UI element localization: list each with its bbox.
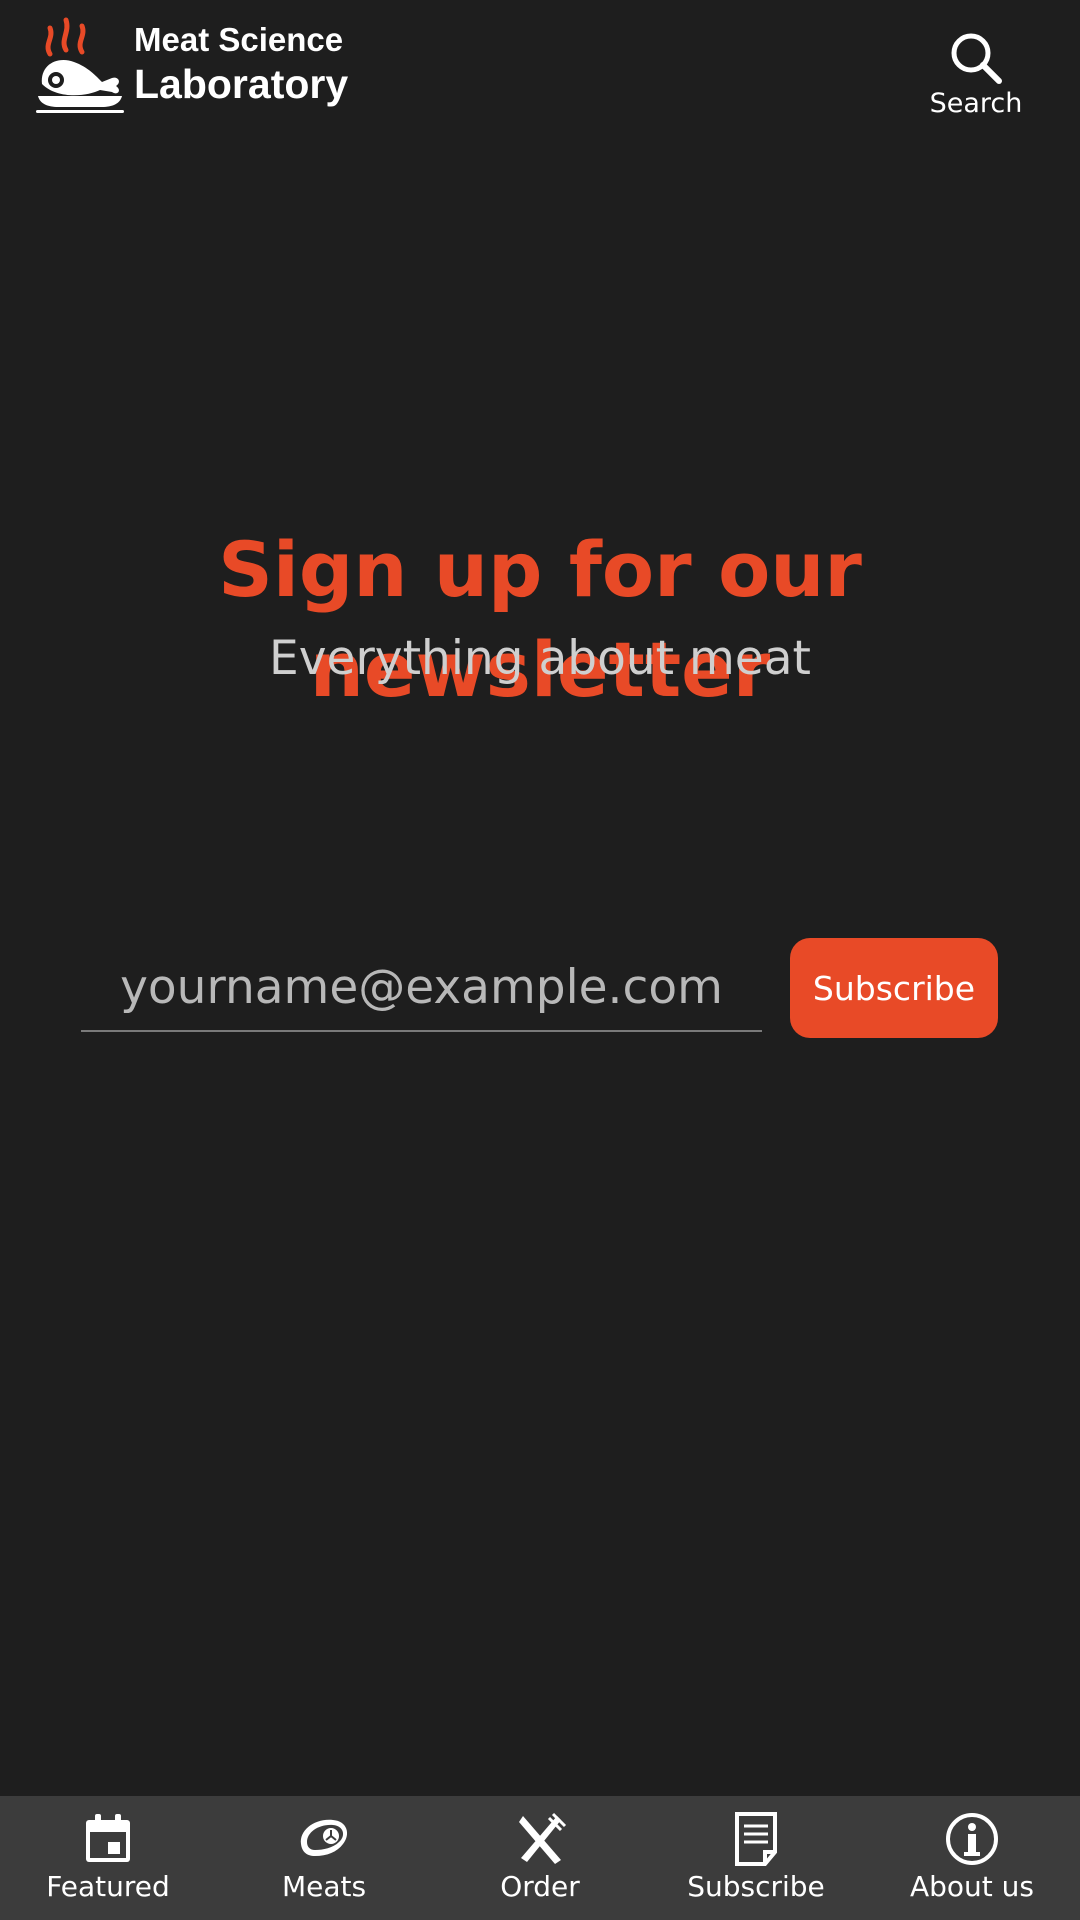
- nav-item-order[interactable]: Order: [432, 1796, 648, 1920]
- fork-knife-icon: [519, 1812, 567, 1864]
- logo-title-line1: Meat Science: [134, 21, 344, 58]
- search-label: Search: [929, 88, 1023, 119]
- nav-label-about: About us: [909, 1870, 1035, 1903]
- newsletter-subtitle: Everything about meat: [269, 631, 811, 686]
- nav-label-meats: Meats: [281, 1870, 367, 1903]
- search-icon: [951, 33, 1002, 84]
- logo[interactable]: Meat Science Laboratory: [36, 12, 348, 116]
- nav-label-subscribe: Subscribe: [687, 1870, 825, 1903]
- logo-title-line2: Laboratory: [134, 61, 349, 107]
- calendar-icon: [86, 1814, 130, 1862]
- document-icon: [735, 1812, 777, 1866]
- search-button[interactable]: Search: [930, 30, 1022, 119]
- nav-label-order: Order: [500, 1870, 580, 1903]
- header: Meat Science Laboratory Search: [0, 0, 1080, 150]
- nav-item-meats[interactable]: Meats: [216, 1796, 432, 1920]
- nav-item-about[interactable]: About us: [864, 1796, 1080, 1920]
- subscribe-button[interactable]: Subscribe: [790, 938, 998, 1038]
- ham-logo-icon: [36, 17, 124, 113]
- steak-icon: [300, 1819, 348, 1856]
- nav-label-featured: Featured: [46, 1870, 170, 1903]
- bottom-nav: Featured Meats Order Subscribe About us: [0, 1796, 1080, 1920]
- email-input[interactable]: [81, 944, 762, 1032]
- nav-item-featured[interactable]: Featured: [0, 1796, 216, 1920]
- app-screen: Meat Science Laboratory Search Sign up f…: [0, 0, 1080, 1920]
- nav-item-subscribe[interactable]: Subscribe: [648, 1796, 864, 1920]
- info-icon: [946, 1813, 998, 1865]
